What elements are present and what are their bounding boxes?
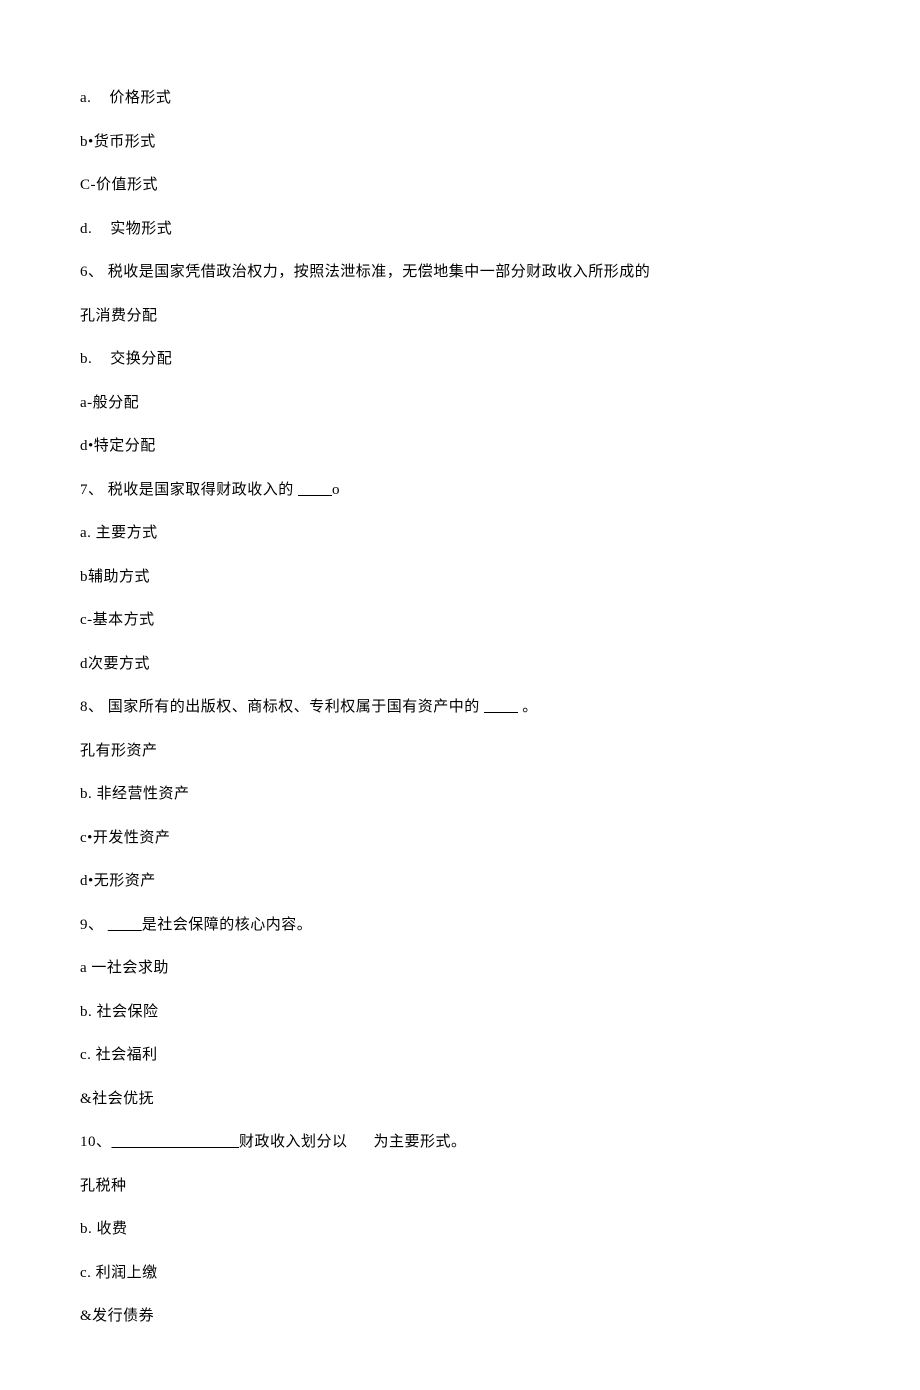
text-segment: b. — [80, 351, 92, 367]
q7-opt-a: a. 主要方式 — [80, 523, 840, 544]
text-segment: c. 利润上缴 — [80, 1265, 158, 1281]
q7-stem: 7、 税收是国家取得财政收入的 o — [80, 480, 840, 501]
q8-opt-b: b. 非经营性资产 — [80, 784, 840, 805]
q7-opt-b: b辅助方式 — [80, 567, 840, 588]
text-segment: 是社会保障的核心内容。 — [142, 917, 313, 933]
text-segment: 孔有形资产 — [80, 743, 158, 759]
q9-opt-b: b. 社会保险 — [80, 1002, 840, 1023]
text-segment: 8、 国家所有的出版权、商标权、专利权属于国有资产中的 — [80, 699, 484, 715]
text-segment: 7、 税收是国家取得财政收入的 — [80, 482, 298, 498]
q5-opt-a: a. 价格形式 — [80, 88, 840, 109]
q10-opt-c: c. 利润上缴 — [80, 1263, 840, 1284]
text-segment: d. — [80, 221, 92, 237]
q6-opt-a: 孔消费分配 — [80, 306, 840, 327]
q8-opt-a: 孔有形资产 — [80, 741, 840, 762]
fill-blank — [298, 482, 332, 498]
text-segment: a-般分配 — [80, 395, 139, 411]
q8-opt-d: d•无形资产 — [80, 871, 840, 892]
q9-opt-a: a 一社会求助 — [80, 958, 840, 979]
q10-opt-b: b. 收费 — [80, 1219, 840, 1240]
q9-opt-c: c. 社会福利 — [80, 1045, 840, 1066]
text-segment: 10、 — [80, 1134, 112, 1150]
q5-opt-b: b•货币形式 — [80, 132, 840, 153]
text-segment: 价格形式 — [109, 90, 171, 106]
fill-blank — [484, 699, 518, 715]
text-segment: c-基本方式 — [80, 612, 155, 628]
text-segment: c•开发性资产 — [80, 830, 170, 846]
text-segment: d•无形资产 — [80, 873, 156, 889]
text-segment: 6、 税收是国家凭借政治权力，按照法泄标准，无偿地集中一部分财政收入所形成的 — [80, 264, 650, 280]
text-segment: a 一社会求助 — [80, 960, 169, 976]
q10-stem: 10、 财政收入划分以 为主要形式。 — [80, 1132, 840, 1153]
text-segment: 交换分配 — [110, 351, 172, 367]
text-segment: 财政收入划分以 — [239, 1134, 348, 1150]
text-segment: b. 非经营性资产 — [80, 786, 190, 802]
text-segment: 孔消费分配 — [80, 308, 158, 324]
text-segment: b辅助方式 — [80, 569, 150, 585]
text-segment: &发行债券 — [80, 1308, 154, 1324]
document-body: a. 价格形式 b•货币形式 C-价值形式 d. 实物形式 6、 税收是国家凭借政治权力，按… — [80, 88, 840, 1327]
q8-opt-c: c•开发性资产 — [80, 828, 840, 849]
text-segment: &社会优抚 — [80, 1091, 154, 1107]
q7-opt-c: c-基本方式 — [80, 610, 840, 631]
q6-opt-b: b. 交换分配 — [80, 349, 840, 370]
q8-stem: 8、 国家所有的出版权、商标权、专利权属于国有资产中的 。 — [80, 697, 840, 718]
text-segment: a. — [80, 90, 91, 106]
q9-stem: 9、 是社会保障的核心内容。 — [80, 915, 840, 936]
q6-opt-d: d•特定分配 — [80, 436, 840, 457]
text-segment: a. 主要方式 — [80, 525, 158, 541]
fill-blank — [108, 917, 142, 933]
text-segment: b. 收费 — [80, 1221, 128, 1237]
q6-stem: 6、 税收是国家凭借政治权力，按照法泄标准，无偿地集中一部分财政收入所形成的 — [80, 262, 840, 283]
text-segment: o — [332, 482, 340, 498]
text-segment: 。 — [518, 699, 538, 715]
q6-opt-c: a-般分配 — [80, 393, 840, 414]
text-segment: d•特定分配 — [80, 438, 156, 454]
q7-opt-d: d次要方式 — [80, 654, 840, 675]
text-segment: 实物形式 — [110, 221, 172, 237]
q5-opt-c: C-价值形式 — [80, 175, 840, 196]
text-segment: c. 社会福利 — [80, 1047, 158, 1063]
text-segment: d次要方式 — [80, 656, 150, 672]
text-segment: b. 社会保险 — [80, 1004, 159, 1020]
fill-blank — [112, 1134, 240, 1150]
text-segment: 9、 — [80, 917, 108, 933]
text-segment: C-价值形式 — [80, 177, 158, 193]
q9-opt-d: &社会优抚 — [80, 1089, 840, 1110]
q10-opt-d: &发行债券 — [80, 1306, 840, 1327]
text-segment: b•货币形式 — [80, 134, 156, 150]
text-segment: 为主要形式。 — [374, 1134, 467, 1150]
q10-opt-a: 孔税种 — [80, 1176, 840, 1197]
text-segment: 孔税种 — [80, 1178, 127, 1194]
q5-opt-d: d. 实物形式 — [80, 219, 840, 240]
